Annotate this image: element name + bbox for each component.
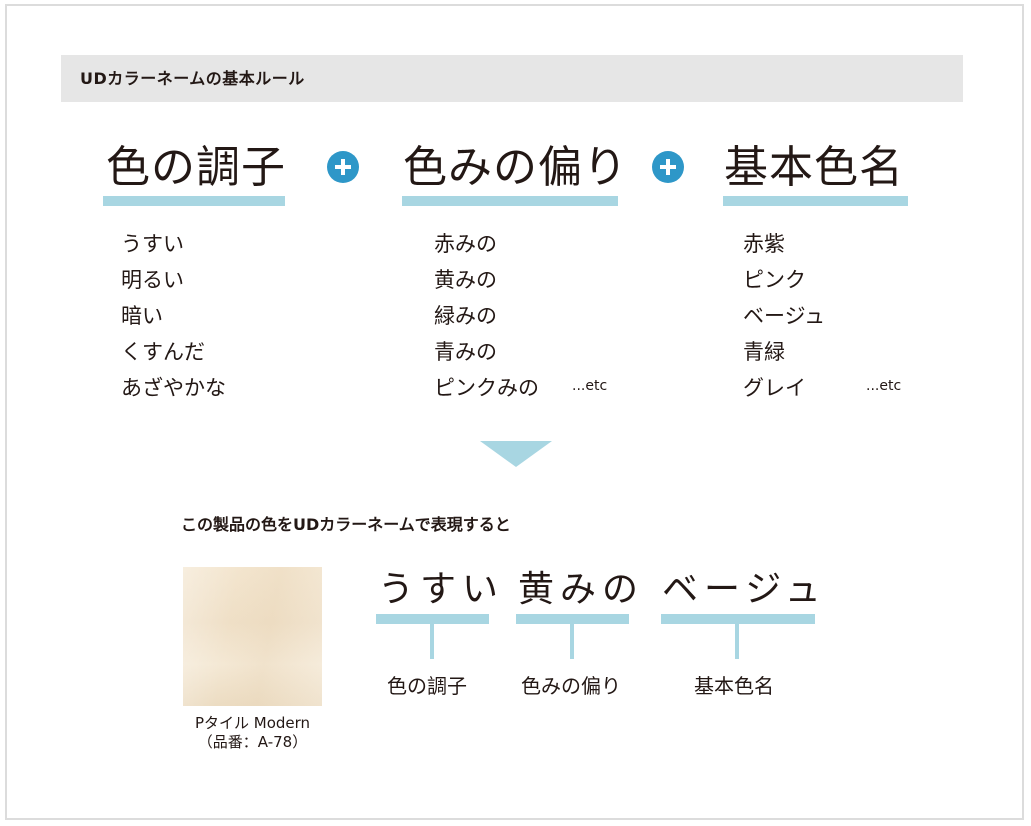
connector-line <box>735 624 739 659</box>
diagram-frame <box>5 4 1024 820</box>
list-item: あざやかな <box>121 376 226 400</box>
connector-line <box>570 624 574 659</box>
list-item: うすい <box>121 232 184 256</box>
list-item: ベージュ <box>743 304 826 328</box>
underline-example-hue-bias <box>516 614 629 624</box>
example-word-tone: うすい <box>378 569 505 610</box>
example-word-hue-bias: 黄みの <box>518 569 645 610</box>
underline-example-tone <box>376 614 489 624</box>
etc-label: ...etc <box>866 378 902 394</box>
hue-bias-list: 赤みの 黄みの 緑みの 青みの ピンクみの <box>434 226 539 406</box>
down-arrow-icon <box>480 441 552 467</box>
list-item: 黄みの <box>434 268 497 292</box>
header-title: UDカラーネームの基本ルール <box>80 69 305 88</box>
list-item: くすんだ <box>121 340 205 364</box>
list-item: 暗い <box>121 304 163 328</box>
list-item: 明るい <box>121 268 184 292</box>
product-code: （品番：A-78） <box>197 733 308 751</box>
list-item: 緑みの <box>434 304 497 328</box>
example-intro: この製品の色をUDカラーネームで表現すると <box>181 515 511 534</box>
basic-color-list: 赤紫 ピンク ベージュ 青緑 グレイ <box>743 226 825 406</box>
underline-basic-color <box>723 196 908 206</box>
connector-line <box>430 624 434 659</box>
underline-tone <box>103 196 285 206</box>
underline-hue-bias <box>402 196 618 206</box>
header-bar: UDカラーネームの基本ルール <box>61 55 963 102</box>
example-label-hue-bias: 色みの偏り <box>521 674 621 698</box>
underline-example-basic-color <box>661 614 815 624</box>
list-item: 赤みの <box>434 232 497 256</box>
list-item: 青緑 <box>743 340 785 364</box>
plus-icon <box>652 151 684 183</box>
list-item: ピンクみの <box>434 376 539 400</box>
list-item: グレイ <box>743 376 806 400</box>
product-name: Pタイル Modern <box>194 714 311 732</box>
heading-tone: 色の調子 <box>106 142 286 193</box>
example-label-basic-color: 基本色名 <box>694 674 774 698</box>
heading-basic-color: 基本色名 <box>724 142 904 193</box>
list-item: 赤紫 <box>743 232 785 256</box>
tone-list: うすい 明るい 暗い くすんだ あざやかな <box>121 226 226 406</box>
plus-icon <box>327 151 359 183</box>
example-label-tone: 色の調子 <box>387 674 467 698</box>
list-item: 青みの <box>434 340 497 364</box>
product-swatch <box>183 567 322 706</box>
etc-label: ...etc <box>572 378 608 394</box>
example-word-basic-color: ベージュ <box>662 569 827 610</box>
heading-hue-bias: 色みの偏り <box>403 142 628 193</box>
list-item: ピンク <box>743 268 806 292</box>
